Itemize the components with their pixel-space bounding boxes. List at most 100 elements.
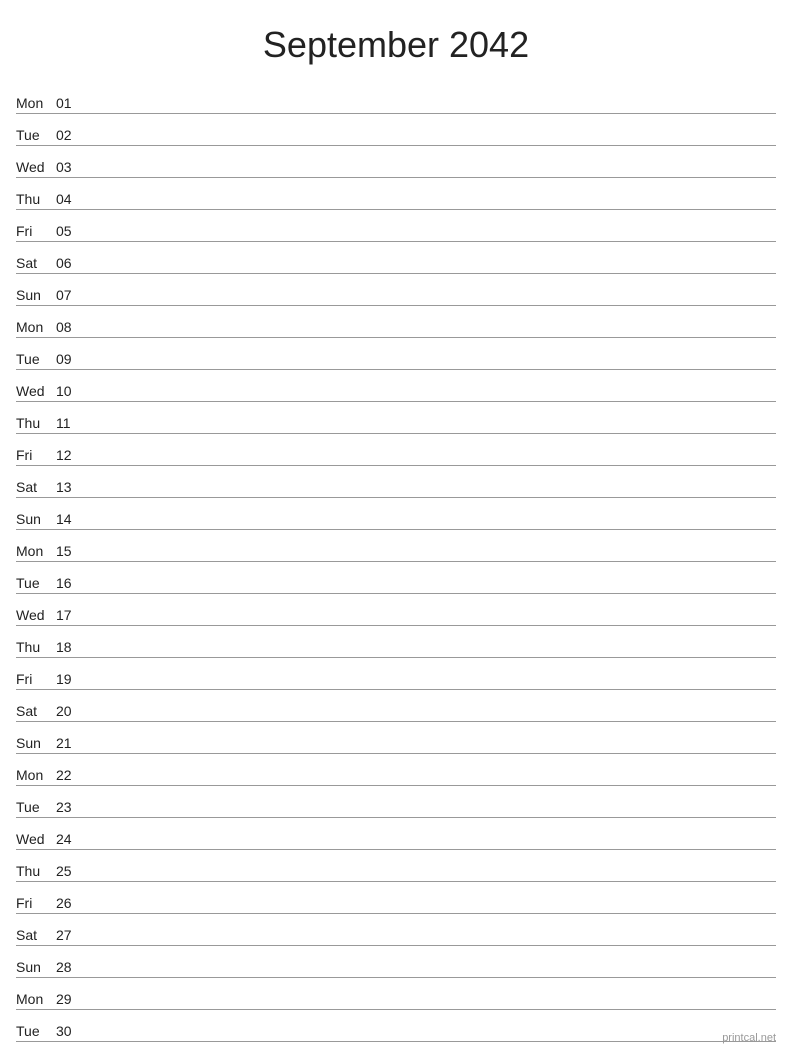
day-line [86,334,776,335]
day-name: Fri [16,895,56,911]
day-name: Thu [16,863,56,879]
day-number: 23 [56,799,86,815]
day-name: Sun [16,735,56,751]
calendar-row: Fri05 [16,210,776,242]
calendar-row: Thu04 [16,178,776,210]
day-name: Tue [16,127,56,143]
day-number: 17 [56,607,86,623]
day-line [86,782,776,783]
calendar-row: Tue09 [16,338,776,370]
calendar-row: Sun07 [16,274,776,306]
calendar-row: Fri12 [16,434,776,466]
calendar-row: Thu18 [16,626,776,658]
day-line [86,206,776,207]
day-name: Thu [16,639,56,655]
day-line [86,718,776,719]
day-number: 21 [56,735,86,751]
day-number: 26 [56,895,86,911]
day-name: Wed [16,159,56,175]
day-name: Mon [16,543,56,559]
calendar-row: Mon22 [16,754,776,786]
watermark: printcal.net [722,1032,776,1044]
page-title: September 2042 [0,0,792,82]
calendar-row: Mon08 [16,306,776,338]
day-line [86,366,776,367]
day-line [86,846,776,847]
day-name: Sat [16,255,56,271]
day-name: Tue [16,575,56,591]
day-line [86,270,776,271]
calendar-row: Sat13 [16,466,776,498]
day-name: Sat [16,479,56,495]
day-line [86,1006,776,1007]
day-number: 10 [56,383,86,399]
day-line [86,238,776,239]
calendar-row: Mon01 [16,82,776,114]
calendar-row: Wed24 [16,818,776,850]
day-number: 30 [56,1023,86,1039]
day-line [86,462,776,463]
calendar-row: Wed17 [16,594,776,626]
day-name: Sun [16,287,56,303]
day-name: Thu [16,191,56,207]
day-line [86,910,776,911]
day-number: 08 [56,319,86,335]
day-number: 20 [56,703,86,719]
day-name: Tue [16,1023,56,1039]
calendar-row: Wed03 [16,146,776,178]
calendar-row: Sun21 [16,722,776,754]
day-name: Mon [16,991,56,1007]
day-name: Mon [16,95,56,111]
day-number: 19 [56,671,86,687]
day-line [86,590,776,591]
day-number: 01 [56,95,86,111]
calendar-row: Sun14 [16,498,776,530]
day-name: Fri [16,671,56,687]
day-name: Thu [16,415,56,431]
day-number: 22 [56,767,86,783]
calendar-row: Sat06 [16,242,776,274]
day-line [86,174,776,175]
calendar-row: Tue16 [16,562,776,594]
day-number: 24 [56,831,86,847]
calendar-row: Fri26 [16,882,776,914]
day-number: 02 [56,127,86,143]
day-number: 25 [56,863,86,879]
day-line [86,814,776,815]
day-number: 12 [56,447,86,463]
day-name: Fri [16,223,56,239]
day-line [86,622,776,623]
day-number: 09 [56,351,86,367]
day-number: 28 [56,959,86,975]
day-name: Sun [16,959,56,975]
day-name: Wed [16,831,56,847]
day-line [86,558,776,559]
day-number: 06 [56,255,86,271]
day-number: 13 [56,479,86,495]
calendar-row: Sat27 [16,914,776,946]
calendar-row: Sat20 [16,690,776,722]
day-number: 16 [56,575,86,591]
day-name: Mon [16,767,56,783]
day-name: Tue [16,351,56,367]
day-line [86,974,776,975]
day-line [86,302,776,303]
day-line [86,686,776,687]
day-line [86,142,776,143]
calendar-row: Tue30 [16,1010,776,1042]
day-line [86,750,776,751]
day-number: 27 [56,927,86,943]
day-number: 05 [56,223,86,239]
calendar-row: Thu25 [16,850,776,882]
day-number: 11 [56,415,86,431]
day-line [86,494,776,495]
calendar-row: Sun28 [16,946,776,978]
calendar-row: Mon15 [16,530,776,562]
day-name: Wed [16,607,56,623]
day-line [86,430,776,431]
day-number: 18 [56,639,86,655]
day-line [86,942,776,943]
calendar-row: Tue02 [16,114,776,146]
day-name: Fri [16,447,56,463]
day-name: Sat [16,927,56,943]
